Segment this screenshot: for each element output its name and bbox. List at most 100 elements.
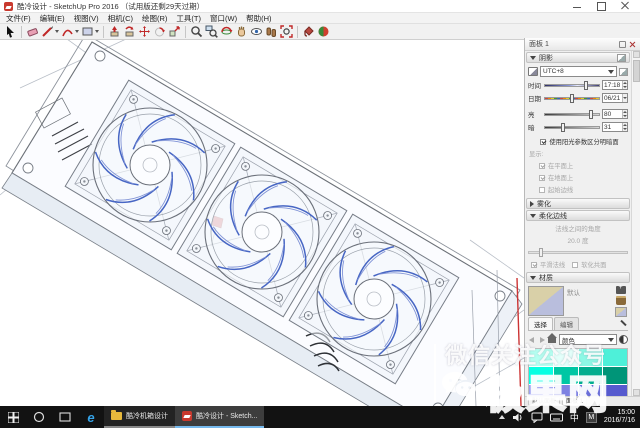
section-shadows-header[interactable]: 阴影 [526,52,630,63]
color-swatch[interactable] [554,385,578,396]
shadow-toggle-icon[interactable] [617,54,626,62]
tab-select[interactable]: 选择 [528,317,553,330]
zoom-extents-tool-icon[interactable] [279,25,294,39]
smooth-normals-checkbox[interactable] [531,262,537,268]
time-spinner[interactable] [622,81,627,89]
date-dropdown[interactable] [622,94,627,102]
angle-slider[interactable] [528,248,628,257]
color-swatch[interactable] [579,367,603,384]
light-value-box[interactable]: 80 [602,109,628,119]
menu-edit[interactable]: 编辑(E) [40,13,65,24]
dark-value-box[interactable]: 31 [602,122,628,132]
dark-spinner[interactable] [622,123,627,131]
line-tool-icon[interactable] [40,25,55,39]
zoom-tool-icon[interactable] [189,25,204,39]
tray-tab-default[interactable]: 默认面板 [528,398,560,406]
maximize-button[interactable] [596,1,606,11]
select-tool-icon[interactable] [3,25,18,39]
menu-camera[interactable]: 相机(C) [108,13,133,24]
ime-language-icon[interactable]: 中 [570,411,579,424]
color-swatch[interactable] [603,385,627,396]
tab-edit[interactable]: 编辑 [554,317,579,330]
date-slider[interactable] [544,94,600,103]
collection-select[interactable]: 颜色 [559,334,617,345]
forward-arrow-icon[interactable] [538,336,546,344]
scroll-thumb[interactable] [633,60,640,82]
message-icon[interactable] [531,412,543,423]
time-slider[interactable] [544,81,600,90]
menu-tools[interactable]: 工具(T) [176,13,201,24]
pan-tool-icon[interactable] [234,25,249,39]
taskbar-item-sketchup[interactable]: 酷冷设计 - Sketch... [175,406,264,428]
use-sun-checkbox[interactable] [540,139,546,145]
shadows-onoff-icon[interactable] [619,68,628,76]
color-swatch[interactable] [579,385,603,396]
paint-bucket-tool-icon[interactable] [301,25,316,39]
dark-slider[interactable] [544,123,600,132]
menu-window[interactable]: 窗口(W) [210,13,237,24]
rectangle-tool-dropdown[interactable] [95,25,100,39]
volume-icon[interactable] [512,412,524,423]
rectangle-tool-icon[interactable] [80,25,95,39]
panel-scrollbar[interactable] [631,51,640,396]
color-swatch[interactable] [529,385,553,396]
material-sample-thumb[interactable] [615,307,627,317]
on-faces-checkbox[interactable] [539,163,545,169]
secondary-pane-icon[interactable] [616,286,626,294]
move-tool-icon[interactable] [137,25,152,39]
color-swatch[interactable] [603,349,627,366]
minimize-button[interactable] [572,1,582,11]
section-materials-header[interactable]: 材质 [526,272,630,283]
tray-caret-icon[interactable] [499,415,505,419]
color-swatch[interactable] [554,367,578,384]
edge-browser-button[interactable]: e [78,406,104,428]
section-soften-header[interactable]: 柔化边线 [526,210,630,221]
push-pull-tool-icon[interactable] [107,25,122,39]
color-swatch[interactable] [529,367,553,384]
menu-view[interactable]: 视图(V) [74,13,99,24]
color-swatch[interactable] [579,349,603,366]
task-view-button[interactable] [52,406,78,428]
timezone-select[interactable]: UTC+8 [540,66,617,77]
zoom-window-tool-icon[interactable] [204,25,219,39]
color-swatch[interactable] [529,349,553,366]
taskbar-clock[interactable]: 15:00 2016/7/16 [604,409,635,425]
menu-draw[interactable]: 绘图(R) [142,13,167,24]
scroll-up-icon[interactable] [633,51,640,58]
on-ground-checkbox[interactable] [539,175,545,181]
menu-file[interactable]: 文件(F) [6,13,31,24]
cortana-search-button[interactable] [26,406,52,428]
tray-tab-panel1[interactable]: 面板 1 [562,398,587,406]
color-swatch[interactable] [554,349,578,366]
light-spinner[interactable] [622,110,627,118]
pin-icon[interactable] [619,41,626,48]
rotate-tool-icon[interactable] [152,25,167,39]
eraser-tool-icon[interactable] [25,25,40,39]
panel-close-icon[interactable] [629,41,636,48]
look-around-tool-icon[interactable] [249,25,264,39]
in-model-icon[interactable] [548,335,557,344]
taskbar-item-folder[interactable]: 酷冷机箱设计 [104,406,175,428]
keyboard-icon[interactable] [550,412,563,423]
scroll-down-icon[interactable] [633,389,640,396]
section-fog-header[interactable]: 雾化 [526,198,630,209]
light-slider[interactable] [544,110,600,119]
walk-tool-icon[interactable] [264,25,279,39]
color-swatch[interactable] [603,367,627,384]
materials-sphere-icon[interactable] [316,25,331,39]
create-material-icon[interactable] [616,296,626,305]
arc-tool-icon[interactable] [60,25,75,39]
input-method-icon[interactable]: M [586,412,597,423]
back-arrow-icon[interactable] [528,336,536,344]
date-value-box[interactable]: 06/21 [602,93,628,103]
from-edges-checkbox[interactable] [539,187,545,193]
soften-coplanar-checkbox[interactable] [572,262,578,268]
eyedropper-icon[interactable] [619,321,628,330]
start-button[interactable] [0,406,26,428]
close-button[interactable] [620,1,630,11]
details-icon[interactable] [619,335,628,344]
model-canvas[interactable] [0,40,524,406]
time-value-box[interactable]: 17:18 [602,80,628,90]
follow-me-tool-icon[interactable] [122,25,137,39]
menu-help[interactable]: 帮助(H) [246,13,271,24]
